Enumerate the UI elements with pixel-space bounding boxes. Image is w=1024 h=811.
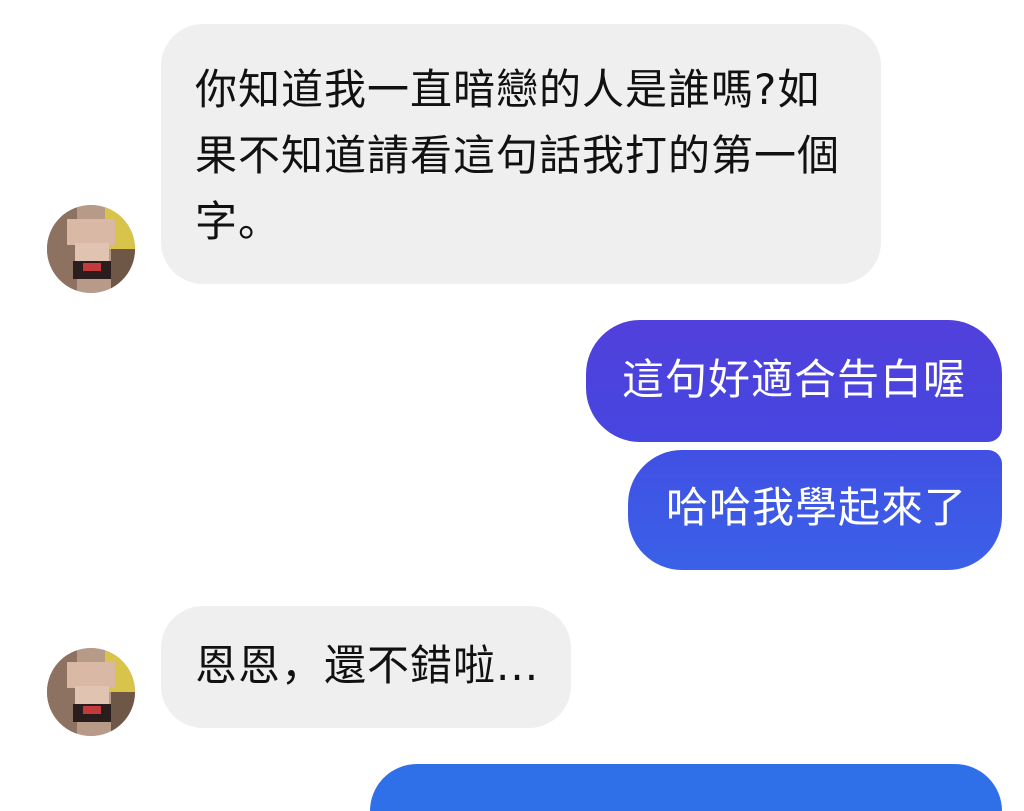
sender-avatar[interactable] <box>47 205 135 293</box>
outgoing-message-bubble[interactable] <box>370 764 1002 811</box>
sender-avatar[interactable] <box>47 648 135 736</box>
incoming-message-bubble[interactable]: 你知道我一直暗戀的人是誰嗎?如 果不知道請看這句話我打的第一個 字。 <box>161 24 881 284</box>
incoming-message-bubble[interactable]: 恩恩，還不錯啦... <box>161 606 571 728</box>
outgoing-message-bubble[interactable]: 這句好適合告白喔 <box>586 320 1002 442</box>
outgoing-message-bubble[interactable]: 哈哈我學起來了 <box>628 450 1002 570</box>
chat-thread: 你知道我一直暗戀的人是誰嗎?如 果不知道請看這句話我打的第一個 字。 這句好適合… <box>0 0 1024 811</box>
